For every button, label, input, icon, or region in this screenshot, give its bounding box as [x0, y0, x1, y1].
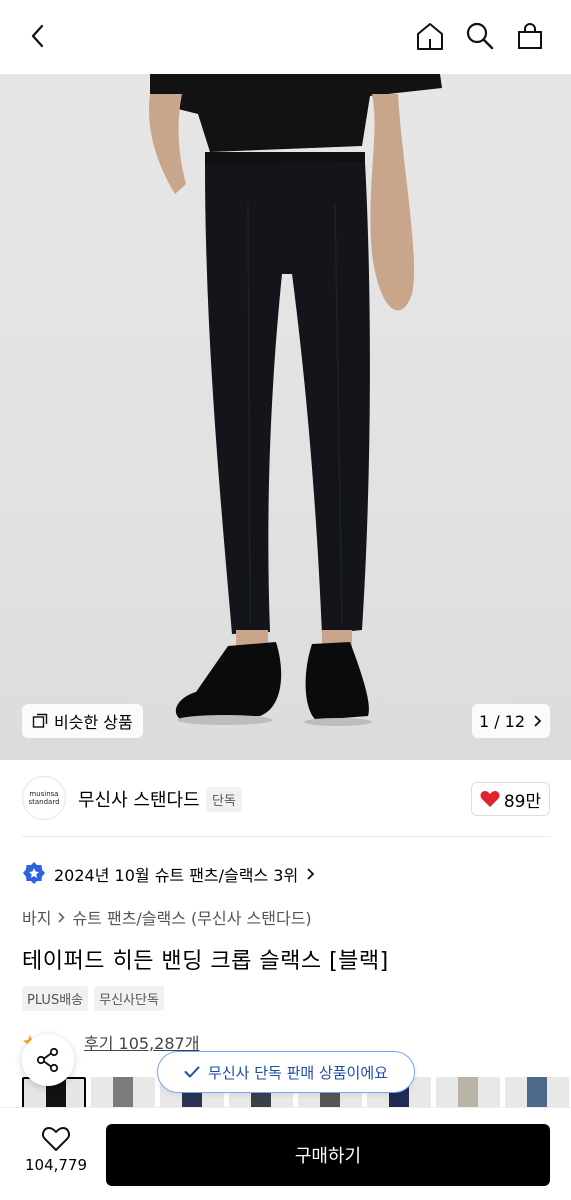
copy-stack-icon: [32, 713, 48, 728]
chevron-right-icon: [58, 911, 66, 923]
product-title: 테이퍼드 히든 밴딩 크롭 슬랙스 [블랙]: [22, 949, 389, 974]
brand-logo-line1: musinsa: [29, 790, 59, 798]
cart-button[interactable]: [512, 18, 548, 54]
breadcrumb: 바지 슈트 팬츠/슬랙스 (무신사 스탠다드): [22, 905, 312, 929]
buy-button[interactable]: 구매하기: [106, 1124, 550, 1186]
share-button[interactable]: [22, 1034, 74, 1086]
chevron-right-icon: [307, 868, 315, 880]
divider: [22, 836, 550, 837]
toast-text: 무신사 단독 판매 상품이에요: [208, 1063, 388, 1082]
tag-plus-delivery: PLUS배송: [22, 986, 89, 1011]
product-tags: PLUS배송 무신사단독: [22, 986, 164, 1011]
brand-logo[interactable]: musinsa standard: [22, 776, 66, 820]
exclusive-toast: 무신사 단독 판매 상품이에요: [157, 1051, 415, 1093]
heart-outline-icon: [42, 1127, 70, 1151]
home-button[interactable]: [412, 18, 448, 54]
chevron-left-icon: [31, 24, 44, 48]
product-photo-illustration: [149, 74, 442, 726]
chevron-right-icon: [534, 715, 542, 727]
ranking-link[interactable]: 2024년 10월 슈트 팬츠/슬랙스 3위: [22, 860, 316, 888]
similar-products-button[interactable]: 비슷한 상품: [22, 704, 143, 738]
share-icon: [36, 1047, 59, 1073]
top-bar: [0, 0, 571, 74]
ranking-badge-icon: [23, 862, 45, 884]
back-button[interactable]: [20, 18, 56, 54]
wishlist-count: 104,779: [24, 1156, 88, 1174]
thumbnail-gray[interactable]: [91, 1077, 155, 1107]
product-image[interactable]: [0, 74, 571, 760]
check-icon: [184, 1066, 200, 1078]
brand-logo-line2: standard: [28, 798, 60, 806]
home-icon: [417, 23, 443, 50]
breadcrumb-subcategory[interactable]: 슈트 팬츠/슬랙스 (무신사 스탠다드): [72, 905, 311, 929]
page-indicator: 1 / 12: [478, 711, 526, 731]
breadcrumb-category[interactable]: 바지: [22, 905, 51, 929]
bottom-action-bar: 104,779 구매하기: [0, 1107, 571, 1200]
similar-products-label: 비슷한 상품: [54, 713, 133, 732]
shopping-bag-icon: [518, 23, 542, 49]
brand-like-count: 89만: [503, 791, 542, 812]
brand-name[interactable]: 무신사 스탠다드: [78, 786, 200, 812]
tag-exclusive: 무신사단독: [94, 986, 164, 1011]
brand-exclusive-badge: 단독: [206, 787, 242, 812]
thumbnail-blue[interactable]: [505, 1077, 569, 1107]
search-button[interactable]: [462, 18, 498, 54]
wishlist-button[interactable]: 104,779: [20, 1126, 92, 1174]
ranking-text: 2024년 10월 슈트 팬츠/슬랙스 3위: [54, 866, 299, 885]
heart-filled-icon: [480, 791, 500, 807]
brand-like-button[interactable]: 89만: [471, 782, 550, 816]
image-pager[interactable]: 1 / 12: [472, 704, 550, 738]
thumbnail-beige[interactable]: [436, 1077, 500, 1107]
search-icon: [466, 22, 494, 50]
brand-row: musinsa standard 무신사 스탠다드 단독 89만: [0, 776, 571, 822]
